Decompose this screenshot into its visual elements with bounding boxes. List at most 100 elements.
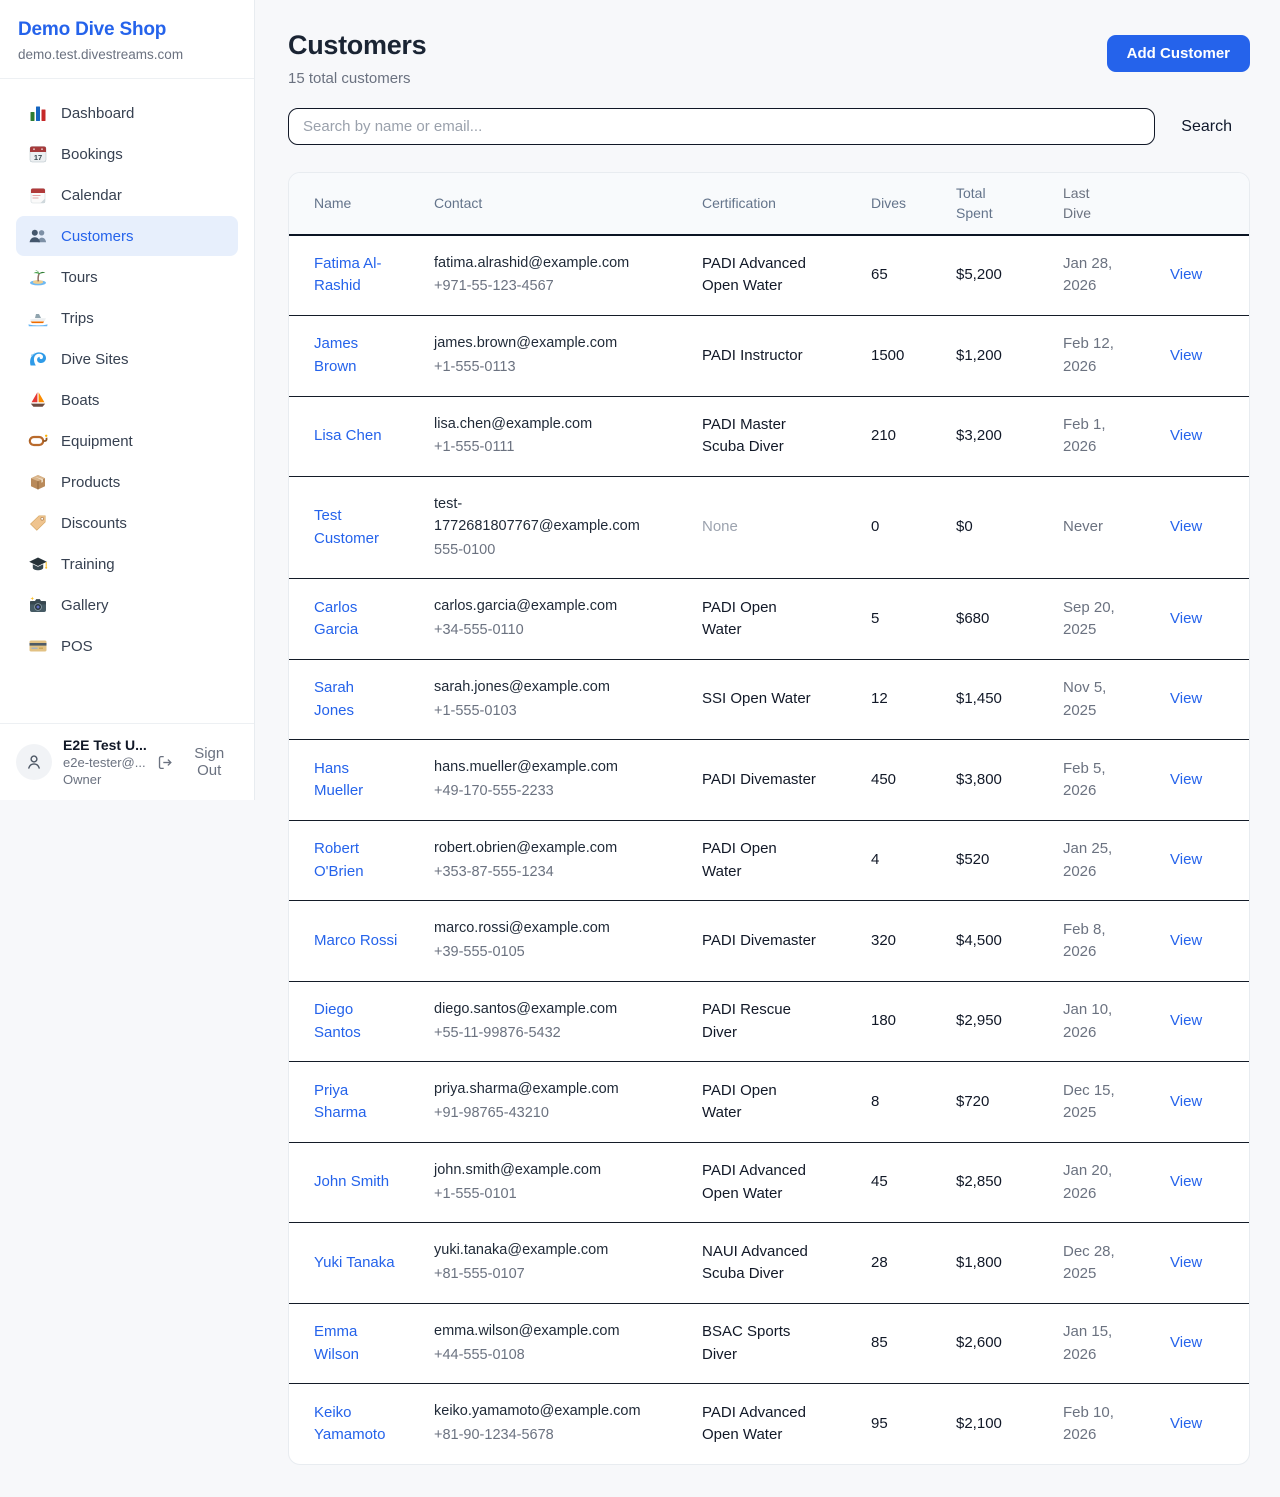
- customer-last-dive: Jan 28, 2026: [1063, 235, 1170, 316]
- sidebar-item-label: Trips: [61, 310, 94, 327]
- customer-last-dive: Dec 28, 2025: [1063, 1223, 1170, 1304]
- sidebar-item-calendar[interactable]: Calendar: [16, 175, 238, 215]
- customer-name-link[interactable]: Test Customer: [314, 507, 379, 547]
- add-customer-button[interactable]: Add Customer: [1107, 35, 1250, 72]
- sidebar-item-gallery[interactable]: Gallery: [16, 585, 238, 625]
- customer-name-link[interactable]: John Smith: [314, 1173, 389, 1190]
- package-icon: [28, 472, 48, 492]
- customer-name-link[interactable]: Fatima Al-Rashid: [314, 255, 382, 295]
- speedboat-icon: [28, 308, 48, 328]
- brand-link[interactable]: Demo Dive Shop demo.test.divestreams.com: [0, 0, 254, 79]
- customer-phone: +971-55-123-4567: [434, 276, 642, 298]
- customer-certification: PADI Open Water: [702, 579, 871, 660]
- sign-out-icon: [157, 754, 174, 771]
- customer-name-link[interactable]: Hans Mueller: [314, 760, 363, 800]
- sidebar-item-label: Products: [61, 474, 120, 491]
- sidebar-item-label: Tours: [61, 269, 98, 286]
- customer-name-link[interactable]: Diego Santos: [314, 1001, 361, 1041]
- customer-phone: +34-555-0110: [434, 620, 642, 642]
- customer-name-link[interactable]: Sarah Jones: [314, 679, 354, 719]
- customer-phone: +1-555-0103: [434, 701, 642, 723]
- bookings-calendar-icon: 17: [28, 144, 48, 164]
- user-name: E2E Test U...: [63, 737, 146, 753]
- customer-name-link[interactable]: Robert O'Brien: [314, 840, 364, 880]
- search-button[interactable]: Search: [1155, 118, 1250, 136]
- table-row: Yuki Tanaka yuki.tanaka@example.com +81-…: [289, 1223, 1250, 1304]
- view-customer-link[interactable]: View: [1170, 1173, 1202, 1190]
- shop-name: Demo Dive Shop: [18, 19, 234, 41]
- customer-email: hans.mueller@example.com: [434, 757, 642, 779]
- customer-email: sarah.jones@example.com: [434, 677, 642, 699]
- customer-email: fatima.alrashid@example.com: [434, 253, 642, 275]
- view-customer-link[interactable]: View: [1170, 266, 1202, 283]
- view-customer-link[interactable]: View: [1170, 1012, 1202, 1029]
- customer-certification: PADI Open Water: [702, 820, 871, 901]
- customer-name-link[interactable]: Carlos Garcia: [314, 599, 358, 639]
- customer-email: carlos.garcia@example.com: [434, 596, 642, 618]
- view-customer-link[interactable]: View: [1170, 851, 1202, 868]
- table-header-row: Name Contact Certification Dives Total S…: [289, 173, 1250, 235]
- view-customer-link[interactable]: View: [1170, 690, 1202, 707]
- sidebar-item-pos[interactable]: POS: [16, 626, 238, 666]
- customer-total-spent: $4,500: [956, 901, 1063, 982]
- customer-last-dive: Dec 15, 2025: [1063, 1062, 1170, 1143]
- sidebar-item-training[interactable]: Training: [16, 544, 238, 584]
- sidebar-item-dive-sites[interactable]: Dive Sites: [16, 339, 238, 379]
- sidebar-item-discounts[interactable]: Discounts: [16, 503, 238, 543]
- sign-out-button[interactable]: Sign Out: [157, 745, 238, 779]
- view-customer-link[interactable]: View: [1170, 1093, 1202, 1110]
- page-title: Customers: [288, 30, 426, 61]
- sidebar-item-products[interactable]: Products: [16, 462, 238, 502]
- customer-name-link[interactable]: James Brown: [314, 335, 358, 375]
- customer-dives: 0: [871, 477, 956, 579]
- view-customer-link[interactable]: View: [1170, 771, 1202, 788]
- customer-name-link[interactable]: Priya Sharma: [314, 1082, 367, 1122]
- sidebar-item-label: Boats: [61, 392, 99, 409]
- sidebar-item-label: Bookings: [61, 146, 123, 163]
- customer-name-link[interactable]: Keiko Yamamoto: [314, 1404, 385, 1444]
- search-input[interactable]: [288, 108, 1155, 145]
- customers-table: Name Contact Certification Dives Total S…: [289, 173, 1250, 1464]
- view-customer-link[interactable]: View: [1170, 427, 1202, 444]
- sidebar-item-boats[interactable]: Boats: [16, 380, 238, 420]
- customer-certification: PADI Rescue Diver: [702, 981, 871, 1062]
- calendar-icon: [28, 185, 48, 205]
- table-row: Sarah Jones sarah.jones@example.com +1-5…: [289, 659, 1250, 740]
- main-content: Customers 15 total customers Add Custome…: [255, 0, 1280, 1497]
- customer-email: lisa.chen@example.com: [434, 414, 642, 436]
- view-customer-link[interactable]: View: [1170, 518, 1202, 535]
- customer-name-link[interactable]: Marco Rossi: [314, 932, 397, 949]
- sidebar-item-bookings[interactable]: 17 Bookings: [16, 134, 238, 174]
- customer-certification: PADI Open Water: [702, 1062, 871, 1143]
- dive-mask-icon: [28, 431, 48, 451]
- view-customer-link[interactable]: View: [1170, 932, 1202, 949]
- view-customer-link[interactable]: View: [1170, 1334, 1202, 1351]
- sidebar-item-label: Discounts: [61, 515, 127, 532]
- customer-phone: +49-170-555-2233: [434, 781, 642, 803]
- sidebar-item-equipment[interactable]: Equipment: [16, 421, 238, 461]
- view-customer-link[interactable]: View: [1170, 347, 1202, 364]
- customer-last-dive: Nov 5, 2025: [1063, 659, 1170, 740]
- customer-email: test-1772681807767@example.com: [434, 494, 642, 538]
- view-customer-link[interactable]: View: [1170, 1415, 1202, 1432]
- customer-last-dive: Jan 15, 2026: [1063, 1303, 1170, 1384]
- view-customer-link[interactable]: View: [1170, 1254, 1202, 1271]
- customer-certification: PADI Instructor: [702, 316, 871, 397]
- customer-last-dive: Feb 1, 2026: [1063, 396, 1170, 477]
- customer-name-link[interactable]: Emma Wilson: [314, 1323, 359, 1363]
- customer-dives: 28: [871, 1223, 956, 1304]
- user-email: e2e-tester@...: [63, 755, 146, 770]
- sidebar-item-dashboard[interactable]: Dashboard: [16, 93, 238, 133]
- sidebar-item-customers[interactable]: Customers: [16, 216, 238, 256]
- customer-email: emma.wilson@example.com: [434, 1321, 642, 1343]
- customer-total-spent: $5,200: [956, 235, 1063, 316]
- sidebar-item-tours[interactable]: Tours: [16, 257, 238, 297]
- sidebar-item-trips[interactable]: Trips: [16, 298, 238, 338]
- customer-certification: PADI Advanced Open Water: [702, 1142, 871, 1223]
- customer-email: priya.sharma@example.com: [434, 1079, 642, 1101]
- view-customer-link[interactable]: View: [1170, 610, 1202, 627]
- customer-name-link[interactable]: Yuki Tanaka: [314, 1254, 395, 1271]
- table-row: Lisa Chen lisa.chen@example.com +1-555-0…: [289, 396, 1250, 477]
- table-row: Fatima Al-Rashid fatima.alrashid@example…: [289, 235, 1250, 316]
- customer-name-link[interactable]: Lisa Chen: [314, 427, 382, 444]
